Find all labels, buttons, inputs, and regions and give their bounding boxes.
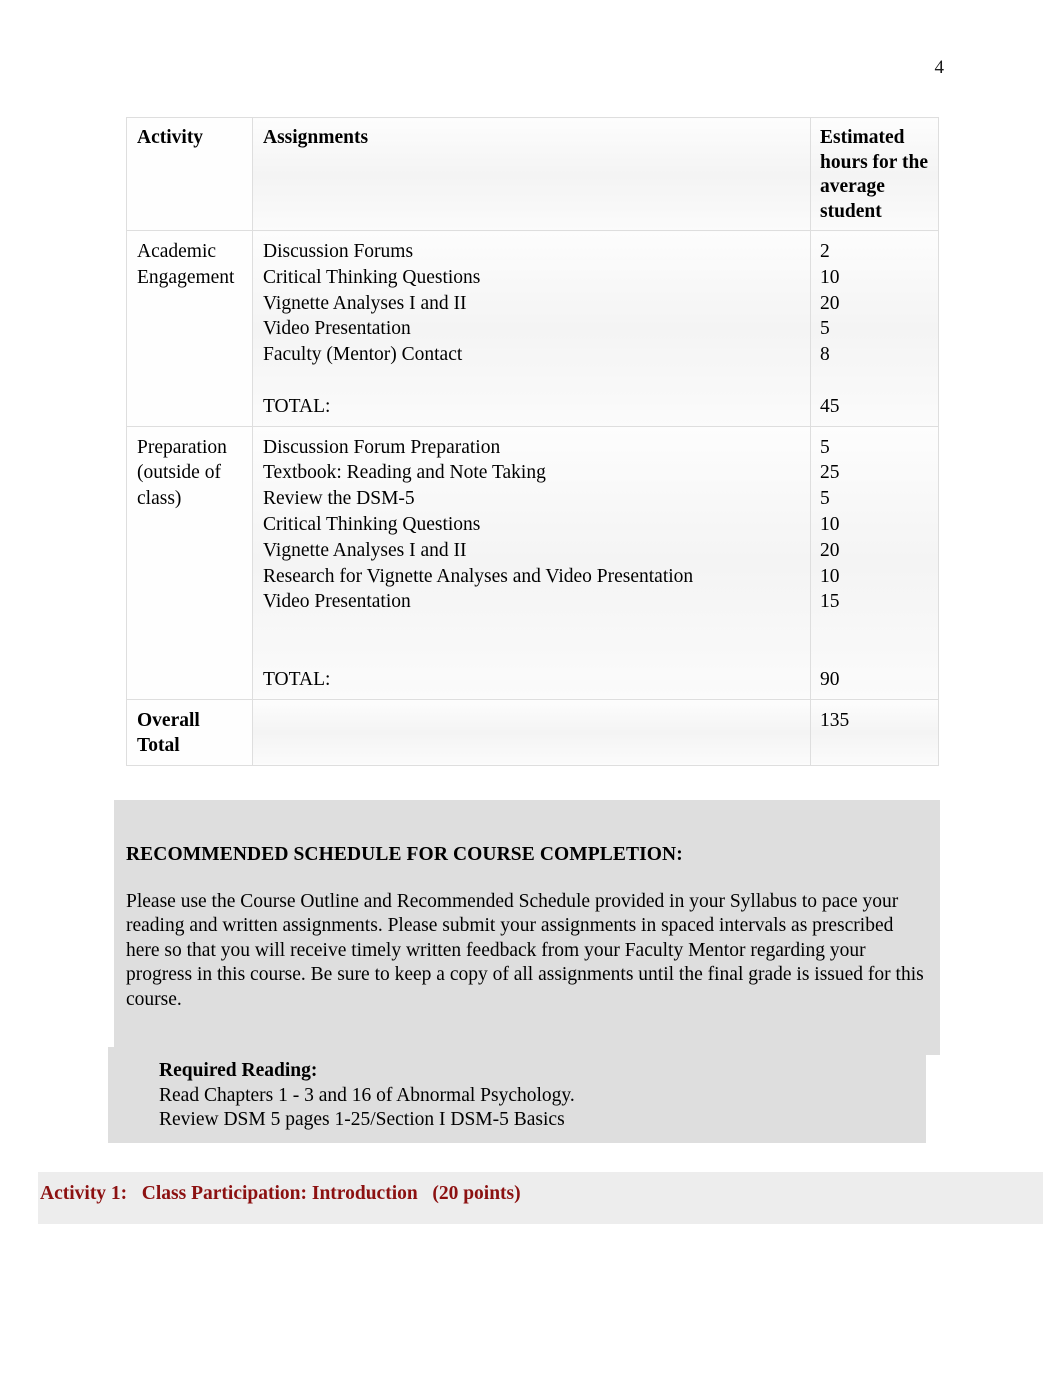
required-reading-line-1: Read Chapters 1 - 3 and 16 of Abnormal P… xyxy=(159,1084,575,1106)
list-item: Textbook: Reading and Note Taking xyxy=(263,462,546,484)
list-item: Faculty (Mentor) Contact xyxy=(263,344,463,366)
overall-total-hours: 135 xyxy=(820,709,850,731)
blank-line xyxy=(820,615,938,641)
list-item: 10 xyxy=(820,513,840,535)
header-cell-hours: Estimated hours for the average student xyxy=(810,117,939,231)
list-item: 10 xyxy=(820,565,840,587)
total-hours: 45 xyxy=(820,395,840,417)
assignments-cell-academic-engagement: Discussion Forums Critical Thinking Ques… xyxy=(252,230,811,427)
table-header-row: Activity Assignments Estimated hours for… xyxy=(126,117,939,231)
blank-line xyxy=(820,641,938,667)
list-item: 5 xyxy=(820,318,830,340)
table-row: Academic Engagement Discussion Forums Cr… xyxy=(126,230,939,427)
header-cell-activity: Activity xyxy=(126,117,253,231)
hours-list: 5 25 5 10 20 10 15 90 xyxy=(820,435,938,693)
activity-1-heading: Activity 1: Class Participation: Introdu… xyxy=(40,1183,521,1204)
header-label-hours: Estimated hours for the average student xyxy=(820,127,928,222)
header-label-assignments: Assignments xyxy=(263,127,369,148)
schedule-heading: RECOMMENDED SCHEDULE FOR COURSE COMPLETI… xyxy=(126,844,683,865)
hours-cell-academic-engagement: 2 10 20 5 8 45 xyxy=(810,230,939,427)
assignments-cell-preparation: Discussion Forum Preparation Textbook: R… xyxy=(252,425,811,700)
blank-line xyxy=(263,641,810,667)
required-reading-title: Required Reading: xyxy=(159,1060,318,1081)
workload-table-container: Activity Assignments Estimated hours for… xyxy=(126,117,939,767)
hours-list: 2 10 20 5 8 45 xyxy=(820,239,938,420)
activity-cell-academic-engagement: Academic Engagement xyxy=(126,230,253,427)
activity-label: Preparation (outside of class) xyxy=(137,436,227,510)
assignment-list: Discussion Forums Critical Thinking Ques… xyxy=(263,239,810,420)
list-item: Research for Vignette Analyses and Video… xyxy=(263,565,694,587)
list-item: Discussion Forum Preparation xyxy=(263,436,501,458)
overall-total-label-cell: Overall Total xyxy=(126,698,253,767)
list-item: 20 xyxy=(820,292,840,314)
total-label: TOTAL: xyxy=(263,668,331,690)
list-item: Review the DSM-5 xyxy=(263,488,415,510)
overall-total-label: Overall Total xyxy=(137,709,200,757)
list-item: 5 xyxy=(820,488,830,510)
list-item: 25 xyxy=(820,462,840,484)
header-cell-assignments: Assignments xyxy=(252,117,811,231)
list-item: 8 xyxy=(820,344,830,366)
list-item: Discussion Forums xyxy=(263,241,414,262)
list-item: 15 xyxy=(820,591,840,613)
hours-cell-preparation: 5 25 5 10 20 10 15 90 xyxy=(810,425,939,700)
list-item: Vignette Analyses I and II xyxy=(263,539,467,561)
list-item: Critical Thinking Questions xyxy=(263,513,481,535)
list-item: 20 xyxy=(820,539,840,561)
total-label: TOTAL: xyxy=(263,395,331,417)
schedule-paragraph: Please use the Course Outline and Recomm… xyxy=(126,891,924,1010)
list-item: 2 xyxy=(820,241,830,262)
activity-label: Academic Engagement xyxy=(137,241,235,288)
total-hours: 90 xyxy=(820,668,840,690)
list-item: Critical Thinking Questions xyxy=(263,266,481,288)
page-number: 4 xyxy=(934,57,945,78)
overall-total-hours-cell: 135 xyxy=(810,698,939,767)
required-reading-block: Required Reading: Read Chapters 1 - 3 an… xyxy=(159,1059,899,1133)
blank-line xyxy=(263,615,810,641)
course-workload-table: Activity Assignments Estimated hours for… xyxy=(126,117,939,767)
header-label-activity: Activity xyxy=(137,127,204,148)
list-item: Video Presentation xyxy=(263,318,411,340)
required-reading-line-2: Review DSM 5 pages 1-25/Section I DSM-5 … xyxy=(159,1109,565,1130)
list-item: Vignette Analyses I and II xyxy=(263,292,467,314)
table-row: Preparation (outside of class) Discussio… xyxy=(126,425,939,700)
overall-total-assignments-cell xyxy=(252,698,811,767)
table-row-overall-total: Overall Total 135 xyxy=(126,698,939,767)
list-item: Video Presentation xyxy=(263,591,411,613)
list-item: 5 xyxy=(820,436,830,458)
activity-cell-preparation: Preparation (outside of class) xyxy=(126,425,253,700)
list-item: 10 xyxy=(820,266,840,288)
overall-total-assignments xyxy=(253,700,810,764)
assignment-list: Discussion Forum Preparation Textbook: R… xyxy=(263,435,810,693)
blank-line xyxy=(263,368,810,394)
blank-line xyxy=(820,368,938,394)
